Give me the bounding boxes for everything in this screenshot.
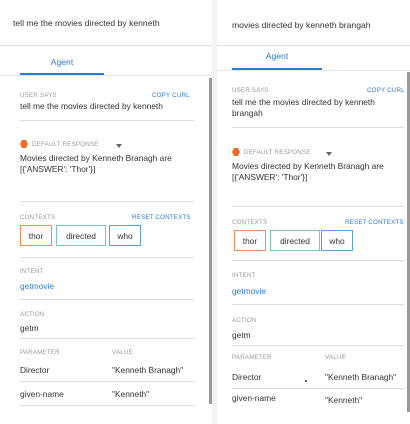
- response-text-line2: [{'ANSWER': 'Thor'}]: [232, 172, 308, 182]
- copy-curl-link[interactable]: COPY CURL: [367, 87, 405, 94]
- divider: [20, 381, 194, 382]
- response-text-line2: [{'ANSWER': 'Thor'}]: [20, 164, 96, 174]
- contexts-label: CONTEXTS: [232, 219, 268, 226]
- intent-value-link[interactable]: getmovie: [20, 281, 54, 291]
- divider: [232, 388, 404, 389]
- query-input-text[interactable]: tell me the movies directed by kenneth: [13, 18, 160, 28]
- reset-contexts-link[interactable]: RESET CONTEXTS: [132, 214, 191, 221]
- divider: [20, 299, 194, 300]
- context-chip-thor[interactable]: thor: [234, 230, 266, 251]
- query-input-text[interactable]: movies directed by kenneth brangah: [232, 20, 371, 30]
- context-chip-thor[interactable]: thor: [20, 225, 52, 246]
- intent-value-link[interactable]: getmovie: [232, 286, 266, 296]
- caret-down-icon[interactable]: [116, 144, 122, 148]
- context-chip-who[interactable]: who: [321, 230, 353, 251]
- context-chip-directed[interactable]: directed: [270, 230, 320, 251]
- divider: [232, 304, 404, 305]
- console-panel-1: tell me the movies directed by kenneth A…: [0, 0, 212, 424]
- parameter-column-header: PARAMETER: [232, 354, 272, 361]
- user-says-text-line1: tell me the movies directed by kenneth: [232, 97, 375, 107]
- divider: [20, 120, 194, 121]
- divider: [232, 345, 404, 346]
- screenshot-root: tell me the movies directed by kenneth A…: [0, 0, 410, 424]
- user-says-text: tell me the movies directed by kenneth: [20, 101, 163, 111]
- parameter-value: "Kenneth Branagh": [112, 365, 184, 375]
- divider: [232, 206, 404, 207]
- console-panel-2: movies directed by kenneth brangah Agent…: [217, 2, 410, 424]
- divider: [20, 201, 194, 202]
- default-response-label: DEFAULT RESPONSE: [32, 141, 99, 148]
- parameter-column-header: PARAMETER: [20, 349, 60, 356]
- user-says-label: USER SAYS: [20, 92, 57, 99]
- divider: [20, 405, 194, 406]
- divider: [232, 260, 404, 261]
- default-response-label: DEFAULT RESPONSE: [244, 149, 311, 156]
- caret-down-icon[interactable]: [326, 152, 332, 156]
- parameter-name: given-name: [232, 393, 276, 403]
- query-input-box[interactable]: tell me the movies directed by kenneth: [0, 0, 212, 46]
- context-chip-who[interactable]: who: [109, 225, 141, 246]
- parameter-value: "Kenneth": [112, 389, 150, 399]
- copy-curl-link[interactable]: COPY CURL: [152, 92, 190, 99]
- parameter-value: "Kenneth": [325, 395, 363, 405]
- value-column-header: VALUE: [112, 349, 133, 356]
- user-says-text-line2: brangah: [232, 108, 263, 118]
- action-label: ACTION: [232, 317, 257, 324]
- intent-label: INTENT: [232, 272, 256, 279]
- parameter-value: "Kenneth Branagh": [325, 372, 397, 382]
- contexts-label: CONTEXTS: [20, 214, 56, 221]
- value-column-header: VALUE: [325, 354, 346, 361]
- parameter-name: Director: [232, 372, 262, 382]
- tab-separator: [217, 70, 410, 71]
- intent-label: INTENT: [20, 268, 44, 275]
- tab-agent[interactable]: Agent: [232, 51, 322, 61]
- response-text-line1: Movies directed by Kenneth Branagh are: [20, 153, 172, 163]
- context-chip-directed[interactable]: directed: [56, 225, 106, 246]
- tab-separator: [0, 75, 212, 76]
- hexagon-icon: [232, 148, 240, 156]
- tab-agent[interactable]: Agent: [20, 57, 104, 67]
- divider: [232, 127, 404, 128]
- reset-contexts-link[interactable]: RESET CONTEXTS: [345, 219, 404, 226]
- parameter-name: Director: [20, 365, 50, 375]
- query-input-box[interactable]: movies directed by kenneth brangah: [217, 2, 410, 46]
- response-text-line1: Movies directed by Kenneth Branagh are: [232, 161, 384, 171]
- hexagon-icon: [20, 140, 28, 148]
- action-label: ACTION: [20, 311, 45, 318]
- divider: [20, 257, 194, 258]
- user-says-label: USER SAYS: [232, 87, 269, 94]
- action-value: getm: [20, 323, 39, 333]
- stray-dot: [305, 380, 307, 382]
- action-value: getm: [232, 330, 251, 340]
- divider: [20, 338, 194, 339]
- parameter-name: given-name: [20, 389, 64, 399]
